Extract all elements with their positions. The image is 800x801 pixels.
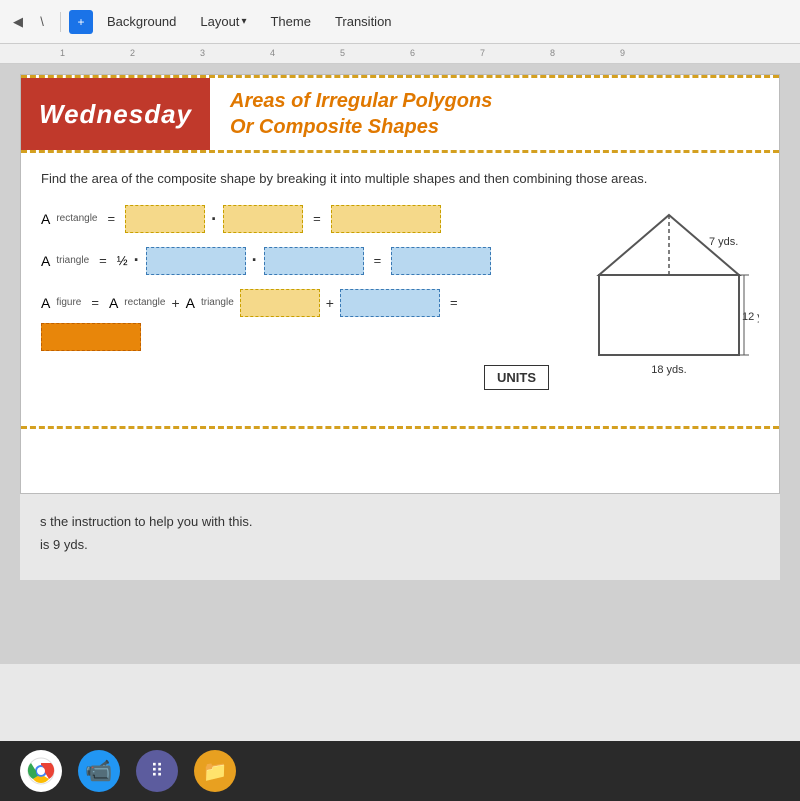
eq1-sub-label: rectangle [56, 213, 97, 224]
slide-content: Find the area of the composite shape by … [21, 153, 779, 426]
svg-text:7 yds.: 7 yds. [709, 236, 738, 248]
theme-button[interactable]: Theme [260, 10, 320, 33]
eq3-result-box[interactable] [41, 323, 141, 351]
eq3-sub-label: figure [56, 297, 81, 308]
title-line1: Areas of Irregular Polygons [230, 88, 492, 114]
eq2-dot1: · [134, 250, 140, 271]
eq3-equals: = [91, 295, 99, 310]
equation-row-1: A rectangle = · = [41, 205, 549, 233]
eq2-result-box[interactable] [391, 247, 491, 275]
ruler-marks: 1 2 3 4 5 6 7 8 9 [0, 44, 800, 63]
bottom-text-2: is 9 yds. [40, 537, 760, 552]
ruler-mark-8: 8 [550, 48, 555, 58]
taskbar-folder-icon[interactable]: 📁 [194, 750, 236, 792]
ruler-mark-7: 7 [480, 48, 485, 58]
eq3-a2-label: A [109, 295, 118, 311]
svg-text:12 yds.: 12 yds. [742, 311, 759, 323]
taskbar-grid-icon[interactable]: ⠿ [136, 750, 178, 792]
bottom-text2-span: is 9 yds. [40, 537, 88, 552]
eq1-a-label: A [41, 211, 50, 227]
title-line2: Or Composite Shapes [230, 114, 492, 140]
ruler-mark-6: 6 [410, 48, 415, 58]
slash-icon: \ [32, 12, 52, 32]
ruler-mark-9: 9 [620, 48, 625, 58]
back-icon[interactable]: ◀ [8, 12, 28, 32]
ruler-mark-1: 1 [60, 48, 65, 58]
background-button[interactable]: Background [97, 10, 186, 33]
transition-button[interactable]: Transition [325, 10, 402, 33]
equations-area: A rectangle = · = A triangle = [41, 205, 759, 410]
eq3-box1[interactable] [240, 289, 320, 317]
ruler-mark-2: 2 [130, 48, 135, 58]
eq1-equals: = [107, 211, 115, 226]
taskbar-video-icon[interactable]: 📹 [78, 750, 120, 792]
shape-diagram: 7 yds. 12 yds. 18 yds. [579, 205, 759, 410]
bottom-text1-span: s the instruction to help you with this. [40, 514, 252, 529]
units-row: UNITS [41, 365, 549, 390]
eq2-equals2: = [374, 253, 382, 268]
eq3-b-sub-label: triangle [201, 297, 234, 308]
slide-title: Areas of Irregular Polygons Or Composite… [210, 78, 512, 150]
equations-left: A rectangle = · = A triangle = [41, 205, 549, 390]
eq3-plus: + [171, 295, 179, 311]
wednesday-label: Wednesday [21, 78, 210, 150]
ruler-mark-5: 5 [340, 48, 345, 58]
toolbar: ◀ \ + Background Layout Theme Transition [0, 0, 800, 44]
units-box: UNITS [484, 365, 549, 390]
eq3-plus2: + [326, 295, 334, 311]
main-area: Wednesday Areas of Irregular Polygons Or… [0, 64, 800, 664]
eq3-equals2: = [450, 295, 458, 310]
eq1-dot: · [211, 210, 217, 228]
toolbar-separator [60, 12, 61, 32]
svg-text:18 yds.: 18 yds. [651, 364, 686, 376]
equation-row-3: A figure = A rectangle + A triangle + = [41, 289, 549, 351]
layout-button[interactable]: Layout [190, 10, 256, 33]
eq2-box2[interactable] [264, 247, 364, 275]
eq3-a-sub-label: rectangle [124, 297, 165, 308]
eq1-equals2: = [313, 211, 321, 226]
ruler: 1 2 3 4 5 6 7 8 9 [0, 44, 800, 64]
ruler-mark-3: 3 [200, 48, 205, 58]
equation-row-2: A triangle = ½ · · = [41, 247, 549, 275]
eq3-b2-label: A [186, 295, 195, 311]
eq2-half: ½ [117, 253, 128, 268]
shape-svg: 7 yds. 12 yds. 18 yds. [579, 205, 759, 405]
taskbar: 📹 ⠿ 📁 [0, 741, 800, 801]
bottom-area: s the instruction to help you with this.… [20, 494, 780, 580]
taskbar-chrome-icon[interactable] [20, 750, 62, 792]
eq1-result-box[interactable] [331, 205, 441, 233]
eq2-a-label: A [41, 253, 50, 269]
eq2-sub-label: triangle [56, 255, 89, 266]
eq1-box2[interactable] [223, 205, 303, 233]
add-icon[interactable]: + [69, 10, 93, 34]
eq2-box1[interactable] [146, 247, 246, 275]
eq3-box2[interactable] [340, 289, 440, 317]
bottom-text-1: s the instruction to help you with this. [40, 514, 760, 529]
ruler-mark-4: 4 [270, 48, 275, 58]
eq2-dot2: · [252, 250, 258, 271]
slide: Wednesday Areas of Irregular Polygons Or… [20, 74, 780, 494]
eq3-a-label: A [41, 295, 50, 311]
eq2-equals: = [99, 253, 107, 268]
instruction-text: Find the area of the composite shape by … [41, 169, 759, 189]
eq1-box1[interactable] [125, 205, 205, 233]
